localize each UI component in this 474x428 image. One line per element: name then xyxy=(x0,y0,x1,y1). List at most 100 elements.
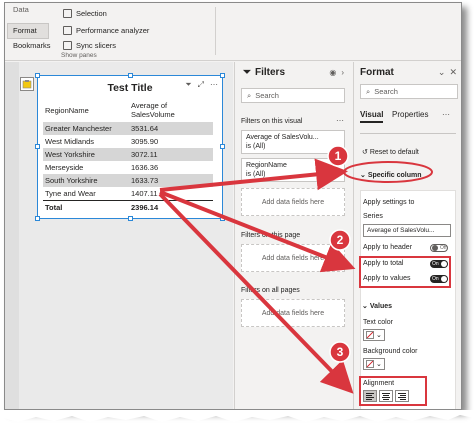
background-color-picker[interactable]: ⌄ xyxy=(363,358,385,370)
table-row: Merseyside 1636.36 xyxy=(43,161,213,174)
series-dropdown-value: Average of SalesVolu... xyxy=(367,227,435,234)
text-color-picker[interactable]: ⌄ xyxy=(363,329,385,341)
ribbon-performance-button[interactable]: Performance analyzer xyxy=(63,26,149,35)
more-options-icon[interactable]: ⋯ xyxy=(442,110,450,119)
tab-properties[interactable]: Properties xyxy=(392,110,428,119)
color-swatch-icon xyxy=(366,360,374,368)
reset-icon: ↺ xyxy=(362,149,368,156)
resize-handle[interactable] xyxy=(128,216,133,221)
total-label: Total xyxy=(43,200,129,214)
total-value: 2396.14 xyxy=(129,200,213,214)
format-search-input[interactable]: ⌕ Search xyxy=(360,84,458,99)
cell-region: West Yorkshire xyxy=(43,148,129,161)
chevron-down-icon: ⌄ xyxy=(376,361,382,368)
filter-drop-zone-visual[interactable]: Add data fields here xyxy=(241,188,345,216)
filters-pane: ⏷ Filters ◉ › ⌕ Search Filters on this v… xyxy=(234,62,352,409)
reset-label: Reset to default xyxy=(369,149,419,156)
column-header-sales[interactable]: Average of SalesVolume xyxy=(129,100,213,122)
highlight-box-apply xyxy=(359,256,451,288)
cell-value: 3072.11 xyxy=(129,148,213,161)
table-total-row: Total 2396.14 xyxy=(43,200,213,214)
app-window: Data Selection Format Performance analyz… xyxy=(4,2,462,410)
filters-header: ⏷ Filters xyxy=(243,67,285,78)
cell-region: West Midlands xyxy=(43,135,129,148)
ribbon-format-button[interactable]: Format xyxy=(13,26,37,35)
filters-section-page: Filters on this page xyxy=(241,232,301,239)
cell-value: 1407.11 xyxy=(129,187,213,201)
ribbon-data-item[interactable]: Data xyxy=(13,5,29,14)
cell-region: South Yorkshire xyxy=(43,174,129,187)
table-visual[interactable]: Test Title ⏷ ⤢ ⋯ RegionName Average of S… xyxy=(35,73,225,221)
filter-card-region[interactable]: RegionName is (All) xyxy=(241,158,345,182)
eye-icon[interactable]: ◉ xyxy=(329,68,336,77)
search-icon: ⌕ xyxy=(366,86,371,96)
toggle-state: Off xyxy=(440,245,447,251)
resize-handle[interactable] xyxy=(220,73,225,78)
filters-search-input[interactable]: ⌕ Search xyxy=(241,88,345,103)
ribbon-sync-button[interactable]: Sync slicers xyxy=(63,41,116,50)
cell-value: 1636.36 xyxy=(129,161,213,174)
ribbon-data-label: Data xyxy=(13,5,29,14)
table-row: South Yorkshire 1633.73 xyxy=(43,174,213,187)
filter-icon[interactable]: ⏷ xyxy=(185,80,191,90)
resize-handle[interactable] xyxy=(35,216,40,221)
table-row: West Yorkshire 3072.11 xyxy=(43,148,213,161)
ribbon-sync-label: Sync slicers xyxy=(76,41,117,50)
ribbon-format-label: Format xyxy=(13,26,37,35)
report-canvas[interactable]: Test Title ⏷ ⤢ ⋯ RegionName Average of S… xyxy=(5,62,233,409)
color-swatch-icon xyxy=(366,331,374,339)
ribbon-group-label: Show panes xyxy=(61,52,97,59)
values-section-label: Values xyxy=(369,303,393,310)
ribbon-selection-button[interactable]: Selection xyxy=(63,9,107,18)
filters-search-placeholder: Search xyxy=(255,91,279,100)
specific-column-header[interactable]: ⌄ Specific column xyxy=(360,171,422,179)
canvas-left-strip xyxy=(5,62,19,409)
data-table: RegionName Average of SalesVolume Greate… xyxy=(43,100,213,214)
table-header-row: RegionName Average of SalesVolume xyxy=(43,100,213,122)
filter-card-state: is (All) xyxy=(246,171,266,178)
more-options-icon[interactable]: ⋯ xyxy=(210,80,218,90)
reset-to-default-button[interactable]: ↺ Reset to default xyxy=(362,148,419,156)
chevron-down-icon: ⌄ xyxy=(362,303,368,310)
torn-edge-decoration xyxy=(0,410,474,422)
column-header-region[interactable]: RegionName xyxy=(43,100,129,122)
format-search-placeholder: Search xyxy=(374,87,398,96)
chevron-down-icon[interactable]: ⌄ xyxy=(438,67,446,78)
focus-mode-icon[interactable]: ⤢ xyxy=(198,80,204,90)
filter-card-field: Average of SalesVolu... xyxy=(246,134,319,141)
ribbon-bookmarks-button[interactable]: Bookmarks xyxy=(13,41,51,50)
ribbon: Data Selection Format Performance analyz… xyxy=(5,3,461,61)
filter-card-sales[interactable]: Average of SalesVolu... is (All) xyxy=(241,130,345,154)
cell-value: 3531.64 xyxy=(129,122,213,135)
resize-handle[interactable] xyxy=(220,144,225,149)
resize-handle[interactable] xyxy=(35,144,40,149)
close-icon[interactable]: ✕ xyxy=(449,67,457,78)
cell-value: 3095.90 xyxy=(129,135,213,148)
text-color-label: Text color xyxy=(363,319,393,326)
cell-value: 1633.73 xyxy=(129,174,213,187)
collapse-icon[interactable]: › xyxy=(341,68,344,77)
format-header-controls: ⌄ ✕ xyxy=(438,67,457,78)
filter-card-field: RegionName xyxy=(246,162,287,169)
filter-drop-zone-page[interactable]: Add data fields here xyxy=(241,244,345,272)
more-options-icon[interactable]: ⋯ xyxy=(336,116,344,125)
filters-header-controls: ◉ › xyxy=(329,68,344,77)
format-pane: Format ⌄ ✕ ⌕ Search Visual Properties ⋯ … xyxy=(353,62,461,409)
apply-header-toggle[interactable]: Off xyxy=(430,244,448,252)
page-view-icon[interactable] xyxy=(20,77,34,91)
resize-handle[interactable] xyxy=(128,73,133,78)
table-row: Tyne and Wear 1407.11 xyxy=(43,187,213,201)
format-title: Format xyxy=(360,67,394,78)
ribbon-performance-label: Performance analyzer xyxy=(76,26,150,35)
performance-icon xyxy=(63,26,72,35)
resize-handle[interactable] xyxy=(35,73,40,78)
cell-region: Tyne and Wear xyxy=(43,187,129,201)
tab-visual[interactable]: Visual xyxy=(360,110,384,123)
resize-handle[interactable] xyxy=(220,216,225,221)
table-row: West Midlands 3095.90 xyxy=(43,135,213,148)
search-icon: ⌕ xyxy=(247,90,252,100)
values-section-header[interactable]: ⌄ Values xyxy=(362,302,392,310)
filter-drop-zone-all[interactable]: Add data fields here xyxy=(241,299,345,327)
chevron-down-icon: ⌄ xyxy=(360,172,366,179)
series-dropdown[interactable]: Average of SalesVolu... xyxy=(363,224,451,237)
